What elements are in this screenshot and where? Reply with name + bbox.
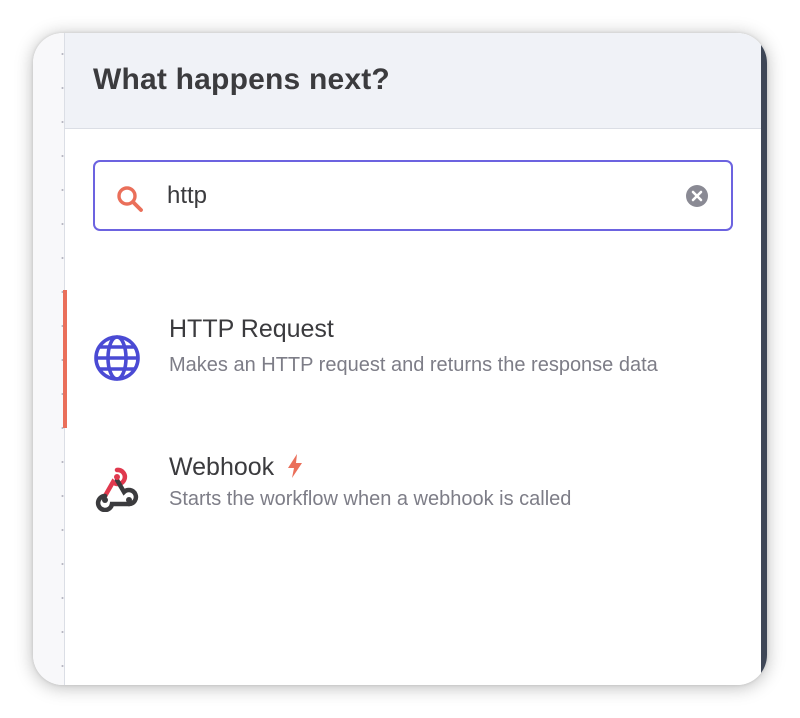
globe-icon (93, 334, 141, 382)
panel-title: What happens next? (93, 63, 390, 96)
result-item-webhook[interactable]: Webhook Starts the workflow when a webho… (65, 428, 762, 524)
panel-header: What happens next? (65, 33, 762, 129)
workflow-canvas-strip (33, 33, 64, 685)
lightning-bolt-icon (287, 454, 303, 479)
search-results-list: HTTP Request Makes an HTTP request and r… (63, 290, 762, 524)
node-creator-window: What happens next? http HTTP Request Mak… (33, 33, 767, 685)
result-item-http-request[interactable]: HTTP Request Makes an HTTP request and r… (63, 290, 762, 428)
search-input[interactable] (167, 174, 647, 218)
webhook-icon (93, 464, 141, 513)
search-box[interactable] (93, 160, 733, 231)
node-creator-panel: What happens next? http HTTP Request Mak… (63, 33, 762, 685)
result-title: Webhook (169, 453, 303, 482)
result-description: Starts the workflow when a webhook is ca… (169, 488, 572, 510)
search-icon (115, 184, 145, 214)
clear-search-icon[interactable] (685, 184, 709, 208)
canvas-edge (761, 33, 767, 685)
result-description: Makes an HTTP request and returns the re… (169, 354, 658, 376)
result-title: HTTP Request (169, 315, 334, 343)
result-title-text: Webhook (169, 453, 275, 481)
